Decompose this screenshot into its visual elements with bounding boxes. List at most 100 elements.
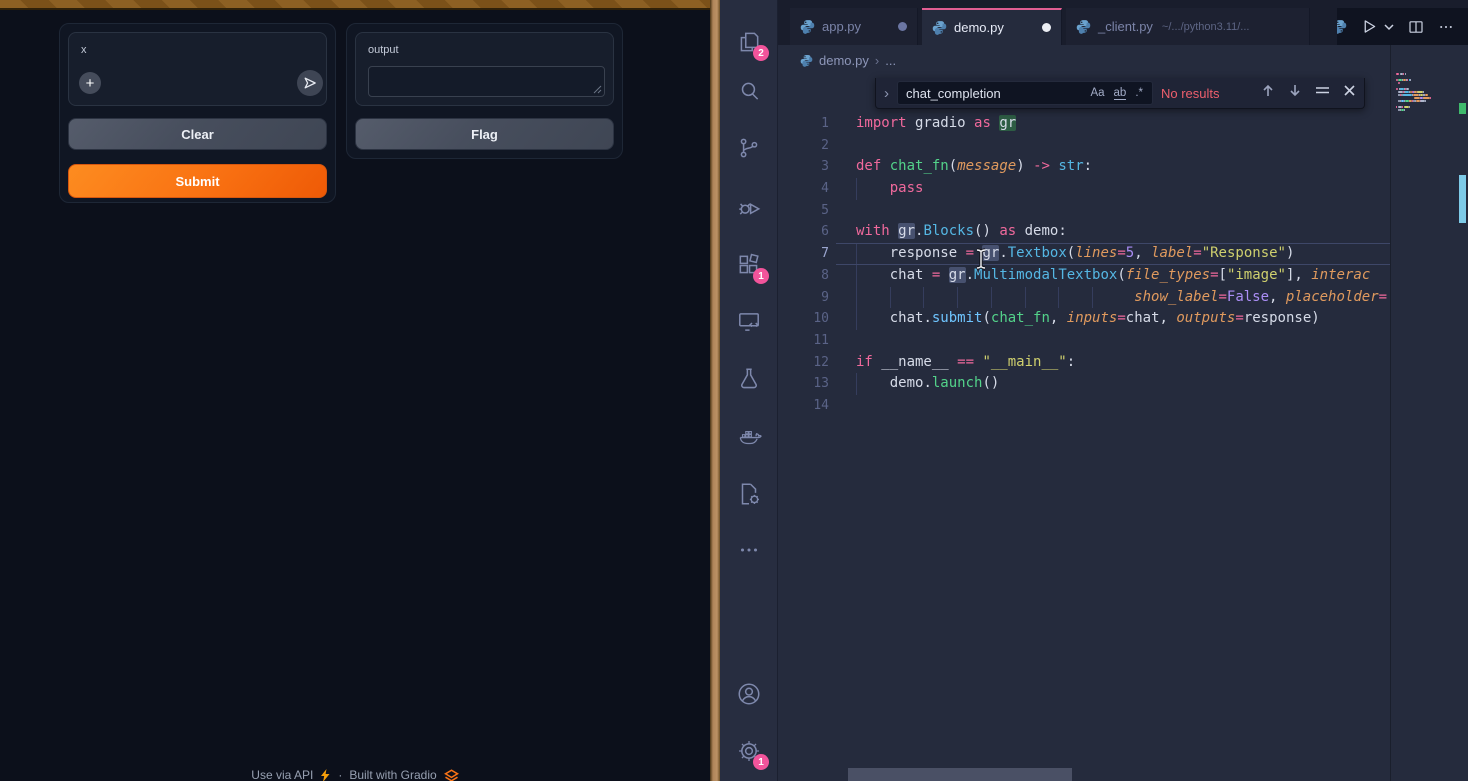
code-line-12[interactable]: 12if __name__ == "__main__": bbox=[778, 352, 1390, 374]
docker-icon[interactable] bbox=[736, 424, 762, 450]
breadcrumb[interactable]: demo.py › ... bbox=[778, 45, 1390, 75]
python-file-icon bbox=[932, 20, 947, 35]
multimodal-textbox[interactable]: x + bbox=[68, 32, 327, 106]
breadcrumb-file[interactable]: demo.py bbox=[819, 53, 869, 68]
code-line-2[interactable]: 2 bbox=[778, 135, 1390, 157]
send-button[interactable] bbox=[297, 70, 323, 96]
split-editor-button[interactable] bbox=[1408, 19, 1424, 35]
line-number: 8 bbox=[778, 265, 856, 287]
search-icon[interactable] bbox=[736, 78, 762, 104]
tab-demo-py[interactable]: demo.py bbox=[922, 8, 1062, 45]
code-line-11[interactable]: 11 bbox=[778, 330, 1390, 352]
extensions-icon[interactable]: 1 bbox=[736, 252, 762, 278]
line-number: 5 bbox=[778, 200, 856, 222]
code-line-13[interactable]: 13 demo.launch() bbox=[778, 373, 1390, 395]
output-textarea[interactable] bbox=[368, 66, 605, 97]
code-config-icon[interactable] bbox=[736, 481, 762, 507]
line-number: 14 bbox=[778, 395, 856, 417]
code-line-7[interactable]: 7 response = gr.Textbox(lines=5, label="… bbox=[778, 243, 1390, 265]
code-line-4[interactable]: 4 pass bbox=[778, 178, 1390, 200]
find-input[interactable]: chat_completion Aa ab .* bbox=[897, 81, 1153, 105]
tab-app-py[interactable]: app.py bbox=[790, 8, 918, 45]
explorer-badge: 2 bbox=[753, 45, 769, 61]
line-number: 7 bbox=[778, 243, 856, 265]
use-via-api-link[interactable]: Use via API bbox=[251, 768, 313, 781]
whole-word-toggle[interactable]: ab bbox=[1114, 87, 1127, 100]
code-lines: 1import gradio as gr23def chat_fn(messag… bbox=[778, 75, 1390, 417]
modified-dot[interactable] bbox=[898, 22, 907, 31]
overview-ruler[interactable] bbox=[1456, 45, 1468, 781]
explorer-icon[interactable]: 2 bbox=[736, 29, 762, 55]
modified-dot[interactable] bbox=[1042, 23, 1051, 32]
mouse-cursor-ibeam bbox=[974, 248, 988, 270]
next-match-button[interactable] bbox=[1288, 83, 1302, 103]
line-number: 2 bbox=[778, 135, 856, 157]
paper-plane-icon bbox=[303, 76, 317, 90]
remote-explorer-icon[interactable] bbox=[736, 309, 762, 335]
vscode-window: 2 1 bbox=[720, 0, 1468, 781]
find-widget: › chat_completion Aa ab .* No results bbox=[875, 78, 1365, 109]
run-and-debug-icon[interactable] bbox=[736, 194, 762, 220]
code-view[interactable]: 1import gradio as gr23def chat_fn(messag… bbox=[778, 75, 1390, 781]
source-control-icon[interactable] bbox=[736, 135, 762, 161]
more-actions-button[interactable] bbox=[1438, 19, 1454, 35]
output-label: output bbox=[368, 44, 399, 56]
more-views-icon[interactable] bbox=[736, 537, 762, 563]
tab-label: _client.py bbox=[1098, 19, 1153, 34]
find-query-text[interactable]: chat_completion bbox=[898, 86, 1090, 101]
gradio-input-panel: x + Clear Submit bbox=[59, 23, 336, 203]
account-icon[interactable] bbox=[736, 681, 762, 707]
extensions-badge: 1 bbox=[753, 268, 769, 284]
settings-gear-icon[interactable]: 1 bbox=[736, 738, 762, 764]
code-line-1[interactable]: 1import gradio as gr bbox=[778, 113, 1390, 135]
line-number: 12 bbox=[778, 352, 856, 374]
line-number: 4 bbox=[778, 178, 856, 200]
lightning-icon bbox=[320, 769, 331, 781]
plus-icon: + bbox=[86, 76, 95, 91]
minimap-code bbox=[1396, 72, 1453, 114]
gradio-output-panel: output Flag bbox=[346, 23, 623, 159]
attach-file-button[interactable]: + bbox=[79, 72, 101, 94]
tab-description: ~/.../python3.11/... bbox=[1162, 21, 1250, 33]
previous-match-button[interactable] bbox=[1261, 83, 1275, 103]
line-number: 11 bbox=[778, 330, 856, 352]
footer-separator: · bbox=[338, 768, 342, 781]
code-line-3[interactable]: 3def chat_fn(message) -> str: bbox=[778, 156, 1390, 178]
built-with-gradio-link[interactable]: Built with Gradio bbox=[349, 768, 436, 781]
code-line-10[interactable]: 10 chat.submit(chat_fn, inputs=chat, out… bbox=[778, 308, 1390, 330]
settings-badge: 1 bbox=[753, 754, 769, 770]
find-collapse-chevron-icon[interactable]: › bbox=[884, 85, 889, 102]
resize-handle-icon[interactable] bbox=[592, 84, 602, 94]
editor-group: app.py demo.py _client.py ~/.../python3.… bbox=[778, 0, 1468, 781]
regex-toggle[interactable]: .* bbox=[1135, 87, 1143, 99]
python-file-icon bbox=[1076, 19, 1091, 34]
minimap[interactable] bbox=[1390, 45, 1456, 781]
overview-marker-cyan bbox=[1459, 175, 1466, 223]
code-line-8[interactable]: 8 chat = gr.MultimodalTextbox(file_types… bbox=[778, 265, 1390, 287]
line-number: 1 bbox=[778, 113, 856, 135]
window-divider-strip[interactable] bbox=[710, 0, 720, 781]
match-case-toggle[interactable]: Aa bbox=[1090, 87, 1104, 99]
gradio-footer: Use via API · Built with Gradio bbox=[0, 768, 710, 781]
overview-marker-green bbox=[1459, 103, 1466, 114]
code-line-14[interactable]: 14 bbox=[778, 395, 1390, 417]
code-line-6[interactable]: 6with gr.Blocks() as demo: bbox=[778, 221, 1390, 243]
breadcrumb-symbol[interactable]: ... bbox=[885, 53, 896, 68]
gradio-app: x + Clear Submit output bbox=[0, 0, 710, 781]
testing-icon[interactable] bbox=[736, 366, 762, 392]
code-line-5[interactable]: 5 bbox=[778, 200, 1390, 222]
run-dropdown-chevron-icon[interactable] bbox=[1384, 23, 1394, 31]
editor-actions bbox=[1337, 8, 1468, 45]
tab-client-py[interactable]: _client.py ~/.../python3.11/... bbox=[1066, 8, 1310, 45]
horizontal-scrollbar[interactable] bbox=[848, 768, 1072, 781]
submit-button[interactable]: Submit bbox=[68, 164, 327, 198]
run-python-file-button[interactable] bbox=[1361, 18, 1378, 35]
output-block: output bbox=[355, 32, 614, 106]
python-file-icon bbox=[800, 54, 813, 67]
code-line-9[interactable]: 9 show_label=False, placeholder= bbox=[778, 287, 1390, 309]
close-find-button[interactable] bbox=[1343, 84, 1356, 102]
find-in-selection-button[interactable] bbox=[1315, 84, 1330, 102]
overflow-tab-python-icon[interactable] bbox=[1337, 19, 1347, 34]
flag-button[interactable]: Flag bbox=[355, 118, 614, 150]
clear-button[interactable]: Clear bbox=[68, 118, 327, 150]
